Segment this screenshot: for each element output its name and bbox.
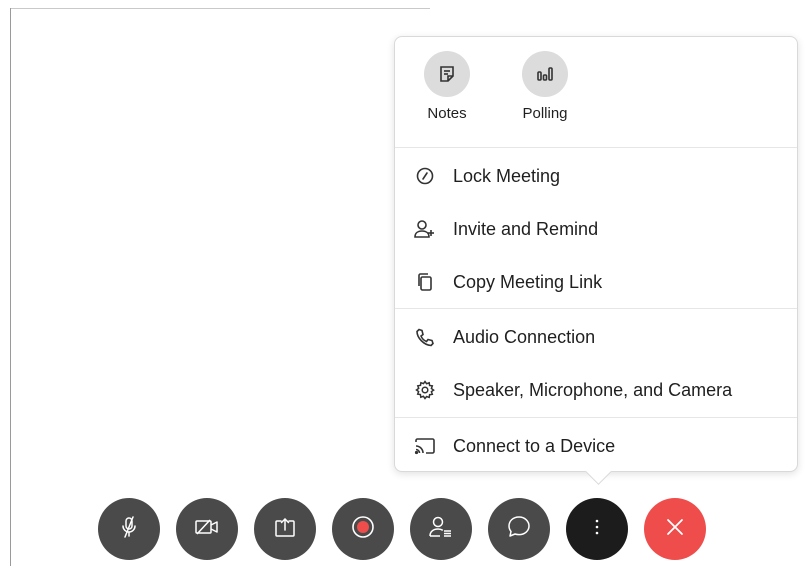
invite-and-remind-item[interactable]: Invite and Remind bbox=[395, 203, 797, 255]
participants-icon bbox=[428, 515, 454, 544]
record-button[interactable] bbox=[332, 498, 394, 560]
mute-button[interactable] bbox=[98, 498, 160, 560]
copy-meeting-link-item[interactable]: Copy Meeting Link bbox=[395, 256, 797, 308]
notes-label: Notes bbox=[427, 105, 467, 122]
gear-icon bbox=[413, 378, 437, 402]
notes-icon bbox=[424, 51, 470, 97]
notes-button[interactable]: Notes bbox=[412, 51, 482, 122]
menu-divider bbox=[395, 308, 797, 309]
lock-icon bbox=[413, 164, 437, 188]
chat-button[interactable] bbox=[488, 498, 550, 560]
share-icon bbox=[273, 516, 297, 543]
close-icon bbox=[664, 516, 686, 543]
copy-icon bbox=[413, 270, 437, 294]
speaker-microphone-camera-label: Speaker, Microphone, and Camera bbox=[453, 379, 733, 400]
connect-to-device-label: Connect to a Device bbox=[453, 435, 616, 456]
polling-label: Polling bbox=[522, 105, 568, 122]
more-icon bbox=[594, 518, 600, 541]
video-off-icon bbox=[194, 517, 220, 542]
phone-icon bbox=[413, 325, 437, 349]
add-person-icon bbox=[413, 217, 437, 241]
microphone-muted-icon bbox=[118, 515, 140, 544]
polling-icon bbox=[522, 51, 568, 97]
more-options-popover: Notes Polling Lock Meeting Invite and Re bbox=[394, 36, 798, 485]
audio-connection-label: Audio Connection bbox=[453, 326, 596, 347]
copy-meeting-link-label: Copy Meeting Link bbox=[453, 271, 603, 292]
video-button[interactable] bbox=[176, 498, 238, 560]
speaker-microphone-camera-item[interactable]: Speaker, Microphone, and Camera bbox=[395, 364, 797, 416]
leave-button[interactable] bbox=[644, 498, 706, 560]
audio-connection-item[interactable]: Audio Connection bbox=[395, 311, 797, 363]
cast-icon bbox=[413, 434, 437, 458]
share-button[interactable] bbox=[254, 498, 316, 560]
chat-icon bbox=[506, 515, 532, 544]
polling-button[interactable]: Polling bbox=[510, 51, 580, 122]
lock-meeting-item[interactable]: Lock Meeting bbox=[395, 150, 797, 202]
lock-meeting-label: Lock Meeting bbox=[453, 165, 561, 186]
quick-actions-row: Notes Polling bbox=[395, 37, 797, 148]
more-options-button[interactable] bbox=[566, 498, 628, 560]
menu-divider bbox=[395, 417, 797, 418]
record-icon bbox=[351, 515, 375, 544]
invite-and-remind-label: Invite and Remind bbox=[453, 218, 599, 239]
window-left-edge bbox=[10, 8, 11, 566]
participants-button[interactable] bbox=[410, 498, 472, 560]
window-top-edge bbox=[10, 8, 430, 9]
